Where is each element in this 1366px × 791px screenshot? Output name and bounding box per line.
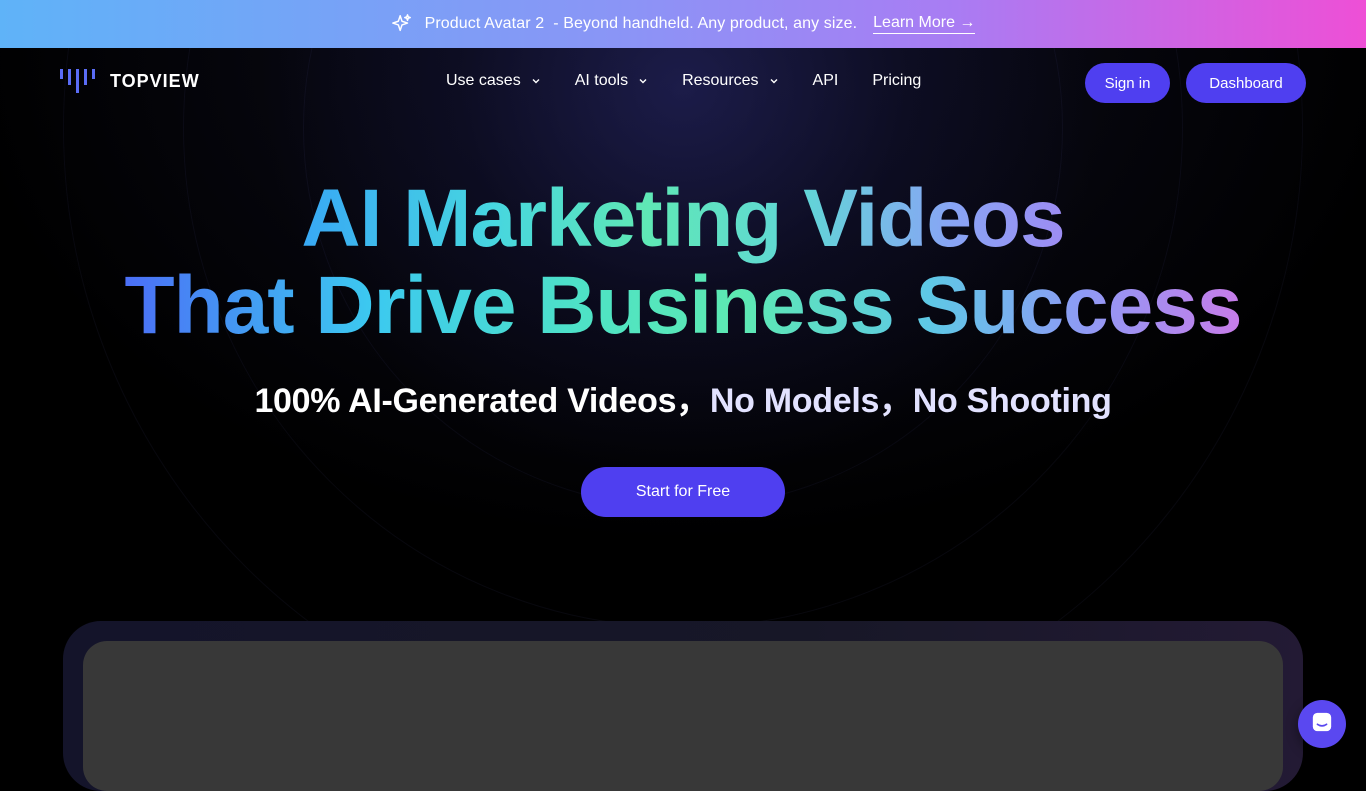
subheadline-part: No Shooting [912,382,1112,420]
nav-item-label: AI tools [574,72,629,89]
logo-text: TOPVIEW [110,70,200,91]
nav-item-use-cases[interactable]: Use cases [446,72,541,90]
dashboard-button[interactable]: Dashboard [1186,63,1306,103]
headline-text: AI Marketing Videos [301,173,1065,264]
nav-item-label: Resources [682,72,759,89]
nav-item-resources[interactable]: Resources [682,72,778,90]
announcement-banner: Product Avatar 2 - Beyond handheld. Any … [0,0,1366,48]
hero-headline-line1: AI Marketing Videos [0,178,1366,260]
hero-subheadline: 100% AI-Generated Videos，No Models，No Sh… [0,373,1366,422]
hero-headline-line2: That Drive Business Success [0,265,1366,347]
chevron-down-icon [638,76,648,86]
chat-icon [1311,711,1333,738]
subheadline-part: 100% AI-Generated Videos， [254,382,710,420]
nav-item-label: Use cases [446,72,521,89]
chevron-down-icon [769,76,779,86]
chevron-down-icon [531,76,541,86]
topview-logo-icon [60,69,95,93]
top-navigation: TOPVIEW Use cases AI tools Resources API… [0,48,1366,118]
nav-menu: Use cases AI tools Resources API Pricing [446,72,921,90]
announcement-text: Product Avatar 2 - Beyond handheld. Any … [424,15,858,32]
nav-item-label: API [812,72,839,89]
video-preview-area[interactable] [83,641,1283,791]
nav-item-pricing[interactable]: Pricing [872,72,921,90]
nav-item-label: Pricing [872,72,922,89]
sign-in-button[interactable]: Sign in [1085,63,1170,103]
chat-widget-button[interactable] [1298,700,1346,748]
subheadline-part: No Models， [709,382,913,420]
headline-text: That Drive Business Success [124,260,1243,351]
logo[interactable]: TOPVIEW [60,69,200,93]
start-for-free-button[interactable]: Start for Free [581,467,785,517]
nav-item-api[interactable]: API [813,72,839,90]
nav-item-ai-tools[interactable]: AI tools [575,72,648,90]
learn-more-link[interactable]: Learn More → [873,14,976,34]
sparkle-icon [391,13,413,35]
